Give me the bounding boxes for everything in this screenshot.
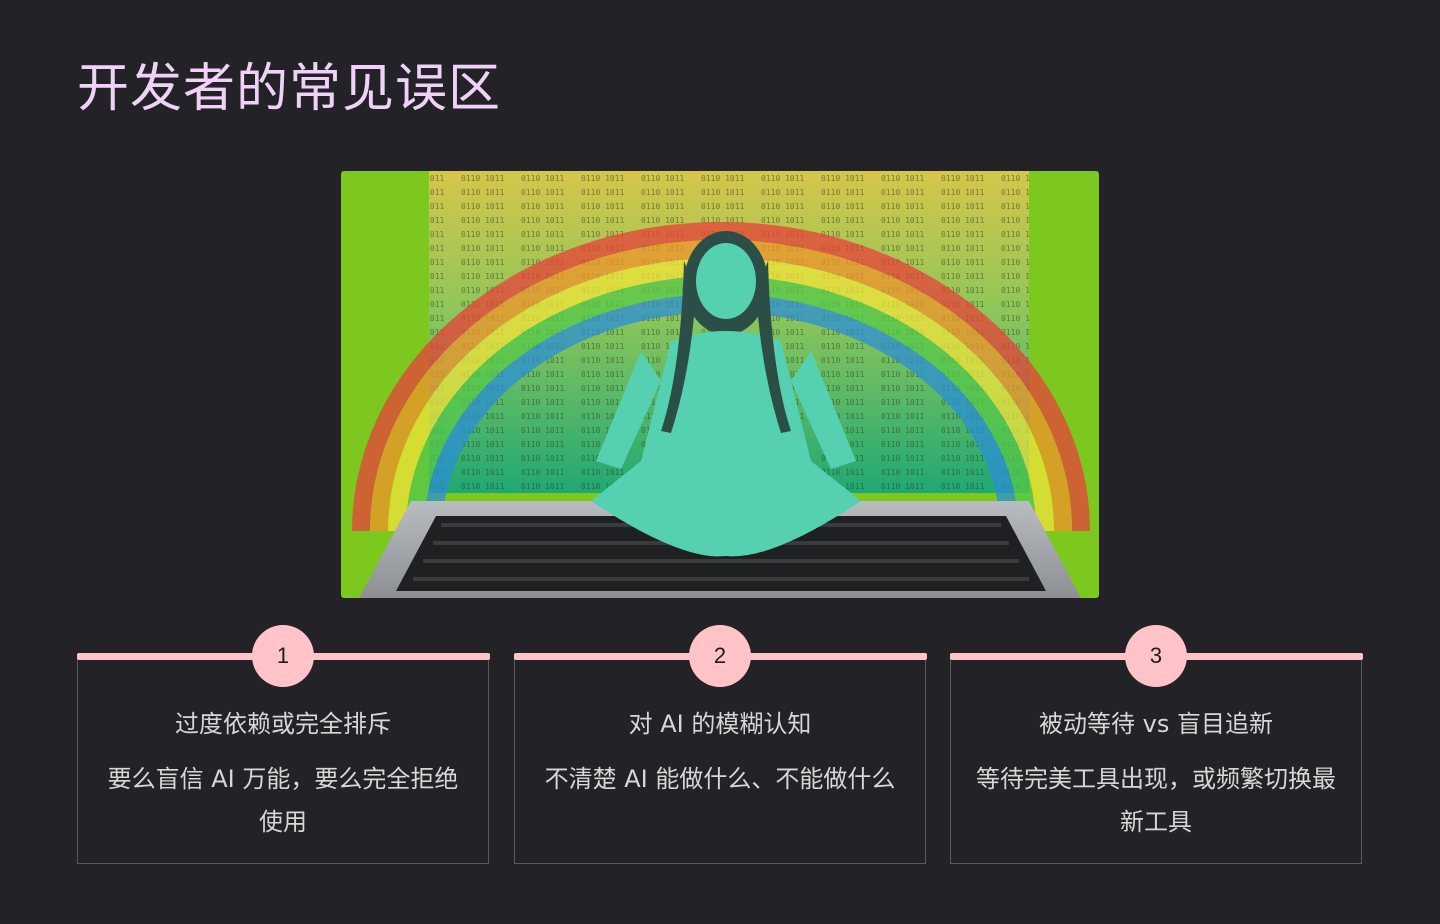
meditation-illustration: 0110 1011 [341, 171, 1099, 598]
card-number-badge: 3 [1125, 625, 1187, 687]
misconception-card-1: 1 过度依赖或完全排斥 要么盲信 AI 万能，要么完全拒绝使用 [76, 625, 490, 864]
card-number-badge: 2 [689, 625, 751, 687]
misconception-card-3: 3 被动等待 vs 盲目追新 等待完美工具出现，或频繁切换最新工具 [949, 625, 1363, 864]
card-number-badge: 1 [252, 625, 314, 687]
misconception-card-2: 2 对 AI 的模糊认知 不清楚 AI 能做什么、不能做什么 [513, 625, 927, 864]
slide: 开发者的常见误区 0110 1011 [0, 0, 1440, 924]
card-description: 等待完美工具出现，或频繁切换最新工具 [976, 765, 1336, 836]
slide-title: 开发者的常见误区 [77, 59, 502, 119]
hero-image: 0110 1011 [341, 171, 1099, 598]
card-description: 要么盲信 AI 万能，要么完全拒绝使用 [107, 765, 459, 836]
card-heading: 过度依赖或完全排斥 [175, 710, 391, 738]
card-description: 不清楚 AI 能做什么、不能做什么 [544, 765, 896, 793]
card-heading: 被动等待 vs 盲目追新 [1039, 710, 1273, 738]
card-heading: 对 AI 的模糊认知 [628, 710, 812, 738]
